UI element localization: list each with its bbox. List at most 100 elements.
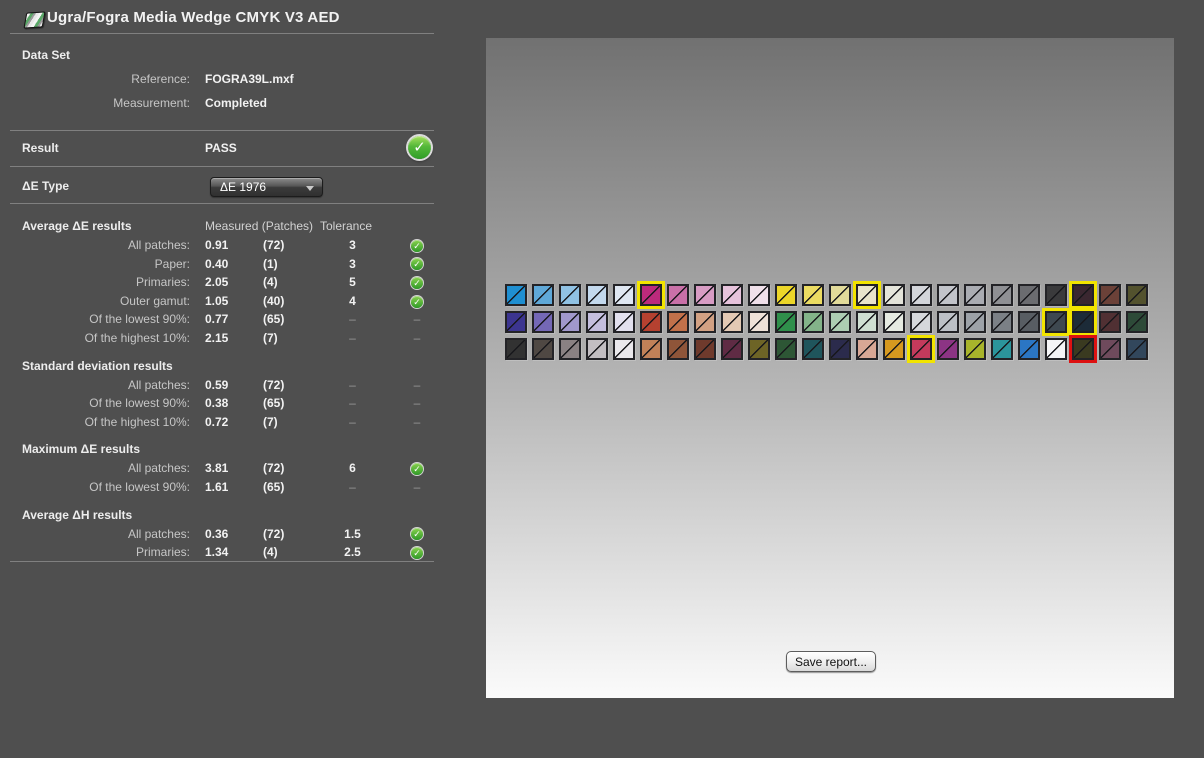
color-patch[interactable] <box>559 338 581 360</box>
color-patch[interactable] <box>829 338 851 360</box>
color-patch[interactable] <box>667 284 689 306</box>
color-patch[interactable] <box>829 311 851 333</box>
result-value: PASS <box>205 141 237 155</box>
patch-row <box>505 281 1148 309</box>
table-row: All patches: 0.59 (72) – – <box>10 376 435 395</box>
color-patch[interactable] <box>856 311 878 333</box>
table-row: Primaries: 1.34 (4) 2.5 ✓ <box>10 543 435 562</box>
color-patch[interactable] <box>505 284 527 306</box>
color-patch[interactable] <box>1045 338 1067 360</box>
color-patch[interactable] <box>1126 311 1148 333</box>
color-patch[interactable] <box>910 284 932 306</box>
color-patch[interactable] <box>559 284 581 306</box>
color-patch[interactable] <box>910 311 932 333</box>
color-patch[interactable] <box>721 338 743 360</box>
color-patch-red-flag[interactable] <box>1069 335 1097 363</box>
color-patch[interactable] <box>532 338 554 360</box>
color-patch[interactable] <box>532 284 554 306</box>
color-patch[interactable] <box>1099 338 1121 360</box>
tolerance-value: – <box>349 414 356 429</box>
color-patch[interactable] <box>613 338 635 360</box>
measurement-value: Completed <box>205 96 268 110</box>
color-patch-yellow-flag[interactable] <box>1069 308 1097 336</box>
color-patch[interactable] <box>1018 338 1040 360</box>
color-patch[interactable] <box>613 284 635 306</box>
patch-row <box>505 335 1148 363</box>
table-row: Of the lowest 90%: 1.61 (65) – – <box>10 478 435 497</box>
color-patch-yellow-flag[interactable] <box>853 281 881 309</box>
color-patch[interactable] <box>667 338 689 360</box>
color-patch[interactable] <box>802 338 824 360</box>
color-patch[interactable] <box>721 311 743 333</box>
status-cell: – <box>385 394 435 413</box>
color-patch[interactable] <box>775 311 797 333</box>
save-report-button[interactable]: Save report... <box>786 651 876 672</box>
color-patch[interactable] <box>991 338 1013 360</box>
color-patch[interactable] <box>586 338 608 360</box>
proof-preview-panel: Save report... <box>486 38 1174 698</box>
color-patch[interactable] <box>1126 338 1148 360</box>
color-patch[interactable] <box>883 284 905 306</box>
patch-count: (4) <box>263 275 278 290</box>
color-patch-yellow-flag[interactable] <box>1042 308 1070 336</box>
color-patch[interactable] <box>667 311 689 333</box>
color-patch[interactable] <box>883 311 905 333</box>
color-patch[interactable] <box>748 338 770 360</box>
section-header-row: Average ΔH results <box>10 505 435 525</box>
color-patch[interactable] <box>694 311 716 333</box>
color-patch[interactable] <box>775 338 797 360</box>
color-patch[interactable] <box>505 338 527 360</box>
table-row: All patches: 0.91 (72) 3 ✓ <box>10 236 435 255</box>
color-patch[interactable] <box>1099 284 1121 306</box>
color-patch[interactable] <box>883 338 905 360</box>
color-patch[interactable] <box>937 338 959 360</box>
color-patch[interactable] <box>640 338 662 360</box>
color-patch[interactable] <box>856 338 878 360</box>
color-patch[interactable] <box>802 311 824 333</box>
color-patch[interactable] <box>559 311 581 333</box>
page-title: Ugra/Fogra Media Wedge CMYK V3 AED <box>47 9 340 26</box>
divider <box>10 561 434 562</box>
color-patch-yellow-flag[interactable] <box>907 335 935 363</box>
results-section: Average ΔE results Measured (Patches) Tole… <box>10 216 435 348</box>
color-patch[interactable] <box>964 284 986 306</box>
color-patch-yellow-flag[interactable] <box>637 281 665 309</box>
color-patch[interactable] <box>640 311 662 333</box>
color-patch[interactable] <box>694 338 716 360</box>
color-patch[interactable] <box>991 284 1013 306</box>
status-cell: ✓ <box>385 525 435 544</box>
color-patch[interactable] <box>829 284 851 306</box>
color-patch[interactable] <box>1018 311 1040 333</box>
color-patch[interactable] <box>964 311 986 333</box>
color-patch[interactable] <box>1045 284 1067 306</box>
color-patch[interactable] <box>586 284 608 306</box>
row-label: Of the highest 10%: <box>84 414 190 429</box>
color-patch[interactable] <box>586 311 608 333</box>
color-patch[interactable] <box>964 338 986 360</box>
tolerance-value: – <box>349 312 356 327</box>
color-patch[interactable] <box>694 284 716 306</box>
color-patch[interactable] <box>991 311 1013 333</box>
color-patch[interactable] <box>532 311 554 333</box>
color-patch[interactable] <box>1126 284 1148 306</box>
color-patch-yellow-flag[interactable] <box>1069 281 1097 309</box>
section-header-row: Average ΔE results Measured (Patches) Tole… <box>10 216 435 236</box>
no-tolerance-dash: – <box>413 377 421 392</box>
color-patch[interactable] <box>748 284 770 306</box>
color-patch[interactable] <box>802 284 824 306</box>
tolerance-value: 6 <box>349 461 356 476</box>
measured-value: 0.59 <box>205 377 229 392</box>
color-patch[interactable] <box>613 311 635 333</box>
color-patch[interactable] <box>1099 311 1121 333</box>
color-patch[interactable] <box>775 284 797 306</box>
delta-e-type-heading: ΔE Type <box>22 179 70 193</box>
measured-value: 0.72 <box>205 414 229 429</box>
reference-value: FOGRA39L.mxf <box>205 72 294 86</box>
color-patch[interactable] <box>937 284 959 306</box>
color-patch[interactable] <box>721 284 743 306</box>
delta-e-type-dropdown[interactable]: ΔE 1976 <box>210 177 323 197</box>
color-patch[interactable] <box>748 311 770 333</box>
color-patch[interactable] <box>937 311 959 333</box>
color-patch[interactable] <box>505 311 527 333</box>
color-patch[interactable] <box>1018 284 1040 306</box>
